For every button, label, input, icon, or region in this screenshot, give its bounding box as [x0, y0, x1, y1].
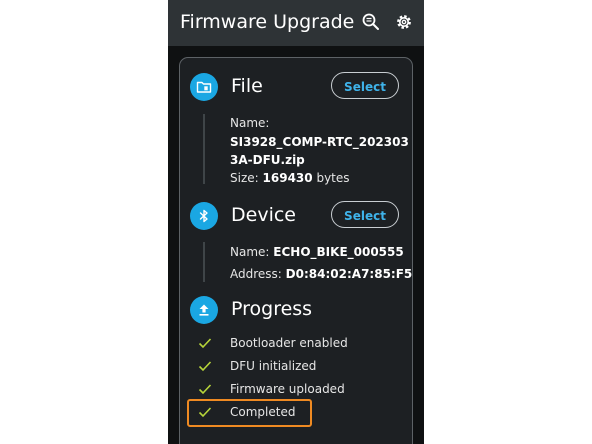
check-icon — [198, 407, 212, 418]
file-name-value-line1: SI3928_COMP-RTC_202303 — [230, 135, 409, 149]
file-name-label: Name: — [230, 116, 270, 130]
progress-step-firmware: Firmware uploaded — [230, 382, 345, 396]
file-section-title: File — [231, 75, 263, 97]
file-connector-line — [203, 114, 205, 184]
gear-icon[interactable] — [394, 12, 414, 32]
file-size-value: 169430 — [262, 171, 313, 185]
folder-sim-icon — [190, 73, 218, 101]
progress-step-dfu: DFU initialized — [230, 359, 317, 373]
page-title: Firmware Upgrade — [180, 11, 355, 33]
file-size-label: Size: — [230, 171, 259, 185]
upload-icon — [190, 296, 218, 324]
check-icon — [198, 338, 212, 349]
check-icon — [198, 361, 212, 372]
device-name-row: Name: ECHO_BIKE_000555 — [230, 245, 404, 259]
progress-section-title: Progress — [231, 298, 313, 320]
device-name-value: ECHO_BIKE_000555 — [273, 245, 404, 259]
file-select-button[interactable]: Select — [331, 72, 399, 99]
file-name-value-line2: 3A-DFU.zip — [230, 153, 305, 167]
progress-step-bootloader: Bootloader enabled — [230, 336, 348, 350]
file-size-unit: bytes — [316, 171, 350, 185]
search-list-icon[interactable] — [361, 12, 381, 32]
upgrade-card: File Select Name: SI3928_COMP-RTC_202303… — [179, 57, 413, 444]
device-section-title: Device — [231, 204, 296, 226]
phone-screen: Firmware Upgrade File Select Name: SI392… — [168, 0, 424, 444]
device-select-button[interactable]: Select — [331, 201, 399, 228]
device-address-row: Address: D0:84:02:A7:85:F5 — [230, 267, 412, 281]
device-address-value: D0:84:02:A7:85:F5 — [285, 267, 413, 281]
check-icon — [198, 384, 212, 395]
device-address-label: Address: — [230, 267, 282, 281]
bluetooth-icon — [190, 202, 218, 230]
device-name-label: Name: — [230, 245, 270, 259]
progress-step-completed: Completed — [230, 405, 296, 419]
app-bar: Firmware Upgrade — [168, 0, 424, 46]
device-connector-line — [203, 242, 205, 282]
file-size-row: Size: 169430 bytes — [230, 171, 350, 185]
